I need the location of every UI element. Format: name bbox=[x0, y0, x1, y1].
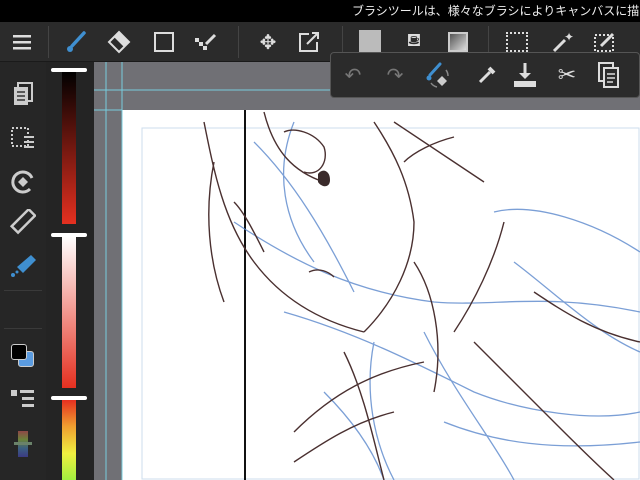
selection-list-icon bbox=[11, 127, 34, 148]
menu-icon bbox=[13, 35, 31, 50]
shape-tool-button[interactable] bbox=[146, 22, 182, 62]
cut-button[interactable]: ✂ bbox=[549, 57, 585, 93]
redo-icon: ↷ bbox=[386, 63, 404, 87]
drawing-canvas[interactable] bbox=[94, 62, 640, 480]
copy-button[interactable] bbox=[591, 57, 627, 93]
bucket-icon: ⛾ bbox=[406, 30, 422, 51]
list-icon bbox=[11, 390, 34, 407]
selection-layer-button[interactable] bbox=[5, 120, 41, 156]
brush-list-button[interactable] bbox=[5, 382, 41, 418]
brush-icon bbox=[67, 31, 86, 52]
transform-tool-button[interactable] bbox=[291, 22, 327, 62]
rotate-icon bbox=[11, 170, 34, 194]
rotate-button[interactable] bbox=[5, 164, 41, 200]
color-swatch-icon bbox=[359, 30, 381, 54]
dot-pen-icon bbox=[195, 33, 217, 50]
square-icon bbox=[154, 32, 174, 52]
left-sidebar bbox=[0, 62, 46, 480]
move-tool-button[interactable]: ✥ bbox=[250, 22, 286, 62]
dot-pen-button[interactable] bbox=[188, 22, 224, 62]
layers-button[interactable] bbox=[5, 76, 41, 112]
brush-swap-icon bbox=[426, 62, 449, 88]
quick-actions-popup: ↶ ↷ ✂ bbox=[330, 52, 640, 98]
brightness-knob[interactable] bbox=[51, 68, 87, 72]
eraser-tool-button[interactable] bbox=[101, 22, 137, 62]
download-icon bbox=[514, 63, 536, 87]
hue-knob[interactable] bbox=[51, 396, 87, 400]
gradient-icon bbox=[448, 32, 468, 52]
eraser-icon bbox=[107, 30, 131, 54]
magic-wand-icon: ✦ bbox=[552, 31, 573, 53]
brush-size-button[interactable] bbox=[5, 248, 41, 284]
status-bar: ブラシツールは、様々なブラシによりキャンバスに描画を bbox=[0, 0, 640, 22]
color-swatches-icon bbox=[10, 343, 36, 369]
brightness-slider[interactable] bbox=[62, 72, 76, 224]
move-icon: ✥ bbox=[259, 30, 277, 54]
brush-eraser-swap-button[interactable] bbox=[419, 57, 455, 93]
svg-text:✦: ✦ bbox=[564, 31, 573, 44]
ruler-button[interactable] bbox=[5, 204, 41, 240]
saturation-slider[interactable] bbox=[62, 236, 76, 388]
save-button[interactable] bbox=[507, 57, 543, 93]
select-pen-icon bbox=[594, 32, 615, 52]
undo-button[interactable]: ↶ bbox=[335, 57, 371, 93]
brush-fill-icon bbox=[11, 255, 36, 277]
saturation-knob[interactable] bbox=[51, 233, 87, 237]
palette-icon bbox=[14, 431, 32, 457]
status-message: ブラシツールは、様々なブラシによりキャンバスに描画を bbox=[352, 4, 640, 18]
brush-tool-button[interactable] bbox=[58, 22, 94, 62]
dotted-rect-icon bbox=[506, 32, 528, 52]
palette-button[interactable] bbox=[5, 426, 41, 462]
undo-icon: ↶ bbox=[344, 63, 362, 87]
color-swap-button[interactable] bbox=[5, 338, 41, 374]
hue-slider[interactable] bbox=[62, 400, 76, 480]
eyedropper-button[interactable] bbox=[469, 57, 505, 93]
color-sliders bbox=[46, 62, 94, 480]
transform-icon bbox=[299, 32, 319, 52]
copy-icon bbox=[598, 62, 619, 88]
ruler-icon bbox=[10, 209, 36, 235]
menu-button[interactable] bbox=[4, 22, 40, 62]
scissors-icon: ✂ bbox=[557, 62, 577, 88]
redo-button[interactable]: ↷ bbox=[377, 57, 413, 93]
layers-icon bbox=[14, 82, 33, 105]
sketch-drawing bbox=[94, 62, 640, 480]
eyedropper-icon bbox=[478, 66, 496, 84]
